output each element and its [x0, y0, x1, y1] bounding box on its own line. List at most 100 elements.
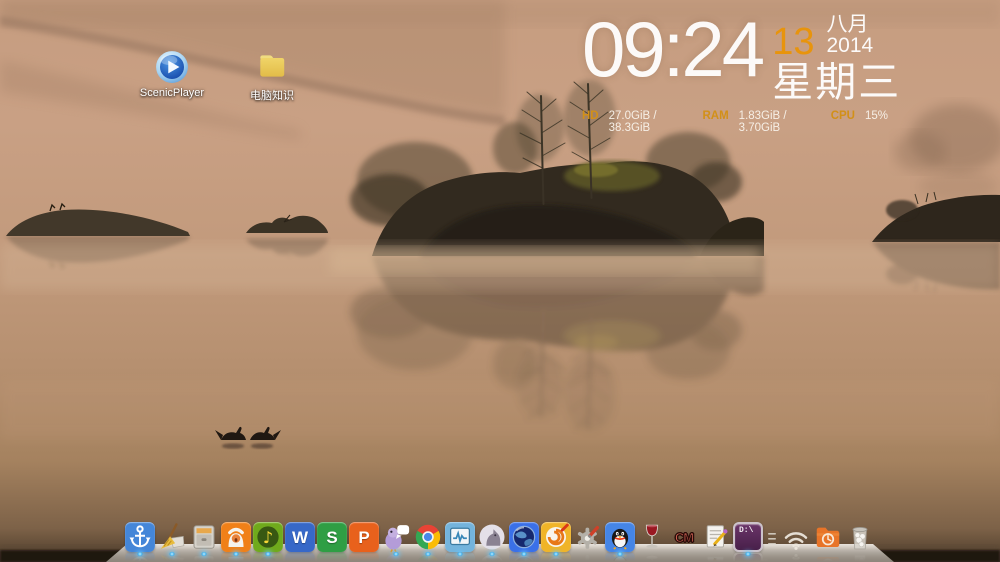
- shutter-app-icon: [541, 522, 571, 552]
- shutter-app-running-indicator: [553, 552, 559, 556]
- dock-item-file-manager[interactable]: [189, 522, 219, 562]
- chrome-running-indicator: [425, 552, 431, 556]
- qq-icon: [605, 522, 635, 552]
- music-player-green-icon: [253, 522, 283, 552]
- file-manager-icon: [189, 522, 219, 552]
- wifi-reflection: [781, 552, 811, 562]
- backup-folder-icon: [813, 522, 843, 552]
- trash-icon: [845, 552, 875, 562]
- wine-icon: [637, 552, 667, 562]
- stat-cpu: CPU 15%: [831, 110, 888, 122]
- dock-item-wifi[interactable]: [781, 522, 811, 562]
- desktop-icon-scenicplayer[interactable]: ScenicPlayer: [132, 50, 212, 99]
- dock-items: WWSSPPCMCMD:\D:\: [125, 522, 875, 562]
- globe-browser-running-indicator: [521, 552, 527, 556]
- scenicplayer-play-icon: [156, 51, 188, 83]
- trash-icon: [845, 522, 875, 552]
- dock-item-wps-presentation[interactable]: PP: [349, 522, 379, 562]
- wps-writer-icon: W: [285, 552, 315, 562]
- stat-label: HD: [582, 110, 599, 122]
- folder-icon: [260, 55, 285, 77]
- dock-item-horse-app[interactable]: [477, 522, 507, 562]
- wps-spreadsheet-reflection: S: [317, 552, 347, 562]
- window-indicator-icon: [757, 552, 771, 562]
- dosbox-icon: D:\: [733, 522, 763, 552]
- dock-item-music-player-green[interactable]: [253, 522, 283, 562]
- stat-value: 1.83GiB / 3.70GiB: [738, 110, 787, 134]
- dock-item-trash[interactable]: [845, 522, 875, 562]
- clock-time: 09:24: [582, 5, 765, 93]
- dock-item-config-tool[interactable]: [573, 522, 603, 562]
- sweeper-cleaner-icon: [157, 522, 187, 552]
- backup-folder-reflection: [813, 552, 843, 562]
- desktop-icon-computer-knowledge-folder[interactable]: 电脑知识: [232, 50, 312, 103]
- wps-presentation-reflection: P: [349, 552, 379, 562]
- dock-item-music-player-orange[interactable]: [221, 522, 251, 562]
- dock-item-window-indicator: [765, 522, 779, 562]
- text-editor-icon: [701, 522, 731, 552]
- music-player-orange-running-indicator: [233, 552, 239, 556]
- clock-day-of-month: 13: [772, 20, 815, 63]
- desktop-icon-label: 电脑知识: [250, 90, 294, 102]
- dock-item-cm-app[interactable]: CM CM: [669, 522, 699, 562]
- dock-item-wps-spreadsheet[interactable]: SS: [317, 522, 347, 562]
- wps-spreadsheet-icon: S: [317, 552, 347, 562]
- wifi-icon: [781, 552, 811, 562]
- dock-item-qq[interactable]: [605, 522, 635, 562]
- cm-app-icon: CM: [669, 552, 699, 562]
- dosbox-running-indicator: [745, 552, 751, 556]
- docky-anchor-icon: [125, 522, 155, 552]
- config-tool-icon: [573, 522, 603, 552]
- backup-folder-icon: [813, 552, 843, 562]
- wps-writer-icon: W: [285, 522, 315, 552]
- clock-month-year: 八月 2014: [826, 13, 874, 57]
- config-tool-reflection: [573, 552, 603, 562]
- stat-label: CPU: [830, 110, 855, 122]
- stat-label: RAM: [702, 110, 729, 122]
- window-indicator-icon: [765, 522, 779, 552]
- pidgin-running-indicator: [393, 552, 399, 556]
- dock-item-globe-browser[interactable]: [509, 522, 539, 562]
- dock-item-sweeper-cleaner[interactable]: [157, 522, 187, 562]
- music-player-orange-icon: [221, 522, 251, 552]
- wine-icon: [637, 522, 667, 552]
- dock-item-chrome[interactable]: [413, 522, 443, 562]
- desktop-icon-label: ScenicPlayer: [139, 87, 205, 99]
- wps-presentation-icon: P: [349, 552, 379, 562]
- music-player-green-running-indicator: [265, 552, 271, 556]
- sweeper-cleaner-running-indicator: [169, 552, 175, 556]
- dock-item-text-editor[interactable]: [701, 522, 731, 562]
- globe-browser-icon: [509, 522, 539, 552]
- cm-app-reflection: CM: [669, 552, 699, 562]
- horse-app-running-indicator: [489, 552, 495, 556]
- wifi-icon: [781, 522, 811, 552]
- dock-item-docky-anchor[interactable]: [125, 522, 155, 562]
- horse-app-icon: [477, 522, 507, 552]
- dock-item-pidgin[interactable]: [381, 522, 411, 562]
- dock-item-system-monitor[interactable]: [445, 522, 475, 562]
- wine-reflection: [637, 552, 667, 562]
- wps-presentation-icon: P: [349, 522, 379, 552]
- wps-writer-reflection: W: [285, 552, 315, 562]
- stat-ram: RAM 1.83GiB / 3.70GiB: [702, 110, 806, 134]
- pidgin-icon: [381, 522, 411, 552]
- qq-running-indicator: [617, 552, 623, 556]
- dock-item-backup-folder[interactable]: [813, 522, 843, 562]
- stat-value: 15%: [864, 110, 888, 122]
- text-editor-icon: [701, 552, 731, 562]
- system-stats: HD 27.0GiB / 38.3GiB RAM 1.83GiB / 3.70GiB C…: [582, 110, 912, 134]
- docky-anchor-running-indicator: [137, 552, 143, 556]
- cm-app-icon: CM: [674, 529, 694, 545]
- trash-reflection: [845, 552, 875, 562]
- clock-widget: 09:24 13 八月 2014 星期三 HD 27.0GiB / 38.3GiB…: [582, 5, 912, 134]
- desktop: ♪: [0, 0, 1000, 562]
- file-manager-running-indicator: [201, 552, 207, 556]
- dock-item-shutter-app[interactable]: [541, 522, 571, 562]
- clock-weekday: 星期三: [772, 59, 902, 105]
- stat-hd: HD 27.0GiB / 38.3GiB: [582, 110, 678, 134]
- config-tool-icon: [573, 552, 603, 562]
- dock-item-wps-writer[interactable]: WW: [285, 522, 315, 562]
- system-monitor-running-indicator: [457, 552, 463, 556]
- dock-item-wine[interactable]: [637, 522, 667, 562]
- system-monitor-icon: [445, 522, 475, 552]
